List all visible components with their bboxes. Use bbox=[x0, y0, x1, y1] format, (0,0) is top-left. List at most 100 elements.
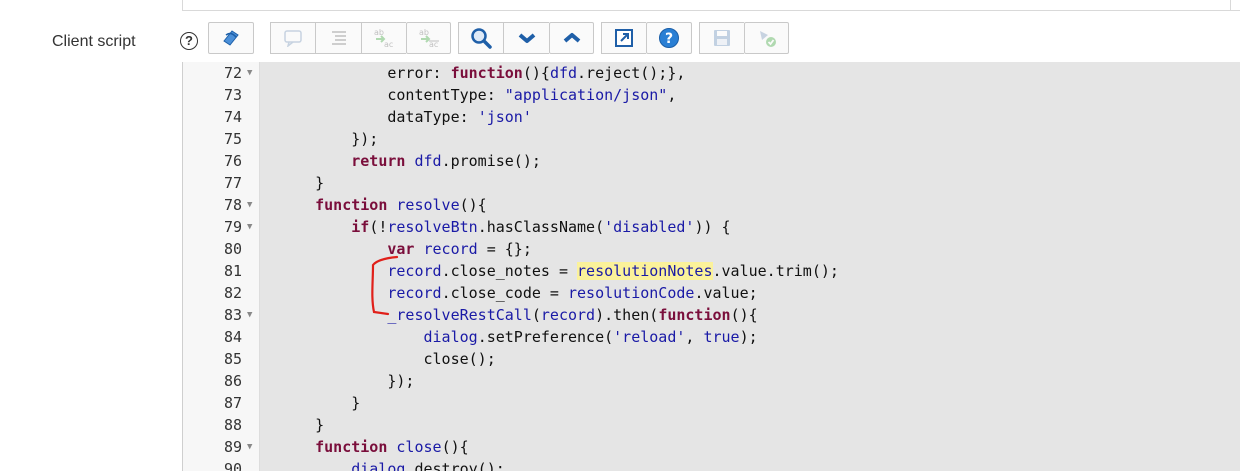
code-editor[interactable]: 72 ▼ error: function(){dfd.reject();}, 73 … bbox=[182, 62, 1240, 471]
fold-arrow-icon[interactable]: ▼ bbox=[247, 304, 252, 326]
code-text: dialog.setPreference('reload', true); bbox=[279, 326, 758, 348]
help-icon: ? bbox=[659, 28, 679, 48]
line-number: 80 bbox=[223, 240, 242, 258]
code-token: contentType: bbox=[279, 86, 505, 104]
code-text: }); bbox=[279, 128, 378, 150]
script-debug-button[interactable] bbox=[744, 22, 789, 54]
code-token: ( bbox=[531, 306, 541, 324]
search-icon bbox=[471, 28, 492, 49]
code-text: record.close_notes = resolutionNotes.val… bbox=[279, 260, 839, 282]
code-line[interactable]: 86 }); bbox=[183, 370, 1240, 392]
format-button[interactable] bbox=[315, 22, 361, 54]
fold-arrow-icon[interactable]: ▼ bbox=[247, 62, 252, 84]
replace-all-button[interactable]: ab ac bbox=[406, 22, 451, 54]
code-text: } bbox=[279, 392, 360, 414]
chevron-down-icon bbox=[518, 33, 535, 43]
code-token: ); bbox=[739, 328, 758, 346]
line-number: 90 bbox=[223, 460, 242, 471]
search-button[interactable] bbox=[458, 22, 503, 54]
line-number: 88 bbox=[223, 416, 242, 434]
code-token: true bbox=[703, 328, 740, 346]
code-text: record.close_code = resolutionCode.value… bbox=[279, 282, 757, 304]
line-number: 73 bbox=[223, 86, 242, 104]
code-line[interactable]: 83 ▼ _resolveRestCall(record).then(functi… bbox=[183, 304, 1240, 326]
line-number: 72 bbox=[223, 64, 242, 82]
next-button[interactable] bbox=[503, 22, 549, 54]
code-line[interactable]: 85 close(); bbox=[183, 348, 1240, 370]
line-number: 85 bbox=[223, 350, 242, 368]
field-help-icon[interactable]: ? bbox=[180, 32, 198, 50]
code-line[interactable]: 77 } bbox=[183, 172, 1240, 194]
code-token: record bbox=[387, 262, 442, 280]
svg-text:?: ? bbox=[665, 31, 673, 47]
code-line[interactable]: 72 ▼ error: function(){dfd.reject();}, bbox=[183, 62, 1240, 84]
fold-arrow-icon[interactable]: ▼ bbox=[247, 194, 252, 216]
code-token: resolutionCode bbox=[568, 284, 695, 302]
code-token: 'reload' bbox=[613, 328, 686, 346]
code-token: return bbox=[351, 152, 406, 170]
code-line[interactable]: 89 ▼ function close(){ bbox=[183, 436, 1240, 458]
svg-text:ab: ab bbox=[419, 28, 429, 37]
comment-button[interactable] bbox=[270, 22, 315, 54]
code-text: function resolve(){ bbox=[279, 194, 487, 216]
code-text: function close(){ bbox=[279, 436, 469, 458]
code-token: function bbox=[450, 64, 523, 82]
code-line[interactable]: 74 dataType: 'json' bbox=[183, 106, 1240, 128]
code-token: close bbox=[396, 438, 442, 456]
line-number: 74 bbox=[223, 108, 242, 126]
code-line[interactable]: 90 dialog.destroy(); bbox=[183, 458, 1240, 471]
line-number: 76 bbox=[223, 152, 242, 170]
code-token: "application/json" bbox=[504, 86, 668, 104]
toggle-syntax-button[interactable] bbox=[208, 22, 254, 54]
fullscreen-button[interactable] bbox=[601, 22, 646, 54]
save-button[interactable] bbox=[699, 22, 744, 54]
comment-icon bbox=[284, 30, 302, 47]
code-token: } bbox=[279, 416, 325, 434]
syntax-icon bbox=[223, 30, 239, 46]
code-token: .close_notes = bbox=[441, 262, 578, 280]
code-token: dfd bbox=[414, 152, 442, 170]
code-line[interactable]: 76 return dfd.promise(); bbox=[183, 150, 1240, 172]
code-token: var bbox=[387, 240, 415, 258]
fold-arrow-icon[interactable]: ▼ bbox=[247, 216, 252, 238]
code-line[interactable]: 84 dialog.setPreference('reload', true); bbox=[183, 326, 1240, 348]
code-token: .reject();}, bbox=[577, 64, 686, 82]
code-token: 'disabled' bbox=[604, 218, 695, 236]
code-line[interactable]: 80 var record = {}; bbox=[183, 238, 1240, 260]
code-text: dialog.destroy(); bbox=[279, 458, 505, 471]
code-token: } bbox=[279, 174, 325, 192]
code-line[interactable]: 78 ▼ function resolve(){ bbox=[183, 194, 1240, 216]
code-token: , bbox=[667, 86, 677, 104]
fold-arrow-icon[interactable]: ▼ bbox=[247, 436, 252, 458]
code-line[interactable]: 75 }); bbox=[183, 128, 1240, 150]
svg-text:ac: ac bbox=[384, 40, 393, 49]
format-icon bbox=[331, 31, 346, 45]
code-text: _resolveRestCall(record).then(function()… bbox=[279, 304, 757, 326]
line-number: 77 bbox=[223, 174, 242, 192]
code-text: error: function(){dfd.reject();}, bbox=[279, 62, 685, 84]
debug-icon bbox=[759, 31, 776, 47]
code-token: function bbox=[315, 196, 388, 214]
code-line[interactable]: 73 contentType: "application/json", bbox=[183, 84, 1240, 106]
code-text: return dfd.promise(); bbox=[279, 150, 541, 172]
code-line[interactable]: 79 ▼ if(!resolveBtn.hasClassName('disable… bbox=[183, 216, 1240, 238]
code-token: (){ bbox=[522, 64, 550, 82]
line-number: 79 bbox=[223, 218, 242, 236]
previous-button[interactable] bbox=[549, 22, 594, 54]
previous-field-box bbox=[182, 0, 1240, 11]
code-text: contentType: "application/json", bbox=[279, 84, 676, 106]
code-text: var record = {}; bbox=[279, 238, 532, 260]
code-line[interactable]: 82 record.close_code = resolutionCode.va… bbox=[183, 282, 1240, 304]
code-token: close(); bbox=[279, 350, 496, 368]
code-line[interactable]: 87 } bbox=[183, 392, 1240, 414]
code-text: } bbox=[279, 414, 324, 436]
replace-button[interactable]: ab ac bbox=[361, 22, 406, 54]
code-line[interactable]: 88 } bbox=[183, 414, 1240, 436]
help-button[interactable]: ? bbox=[646, 22, 692, 54]
code-token: .value.trim(); bbox=[712, 262, 839, 280]
code-line[interactable]: 81 record.close_notes = resolutionNotes.… bbox=[183, 260, 1240, 282]
